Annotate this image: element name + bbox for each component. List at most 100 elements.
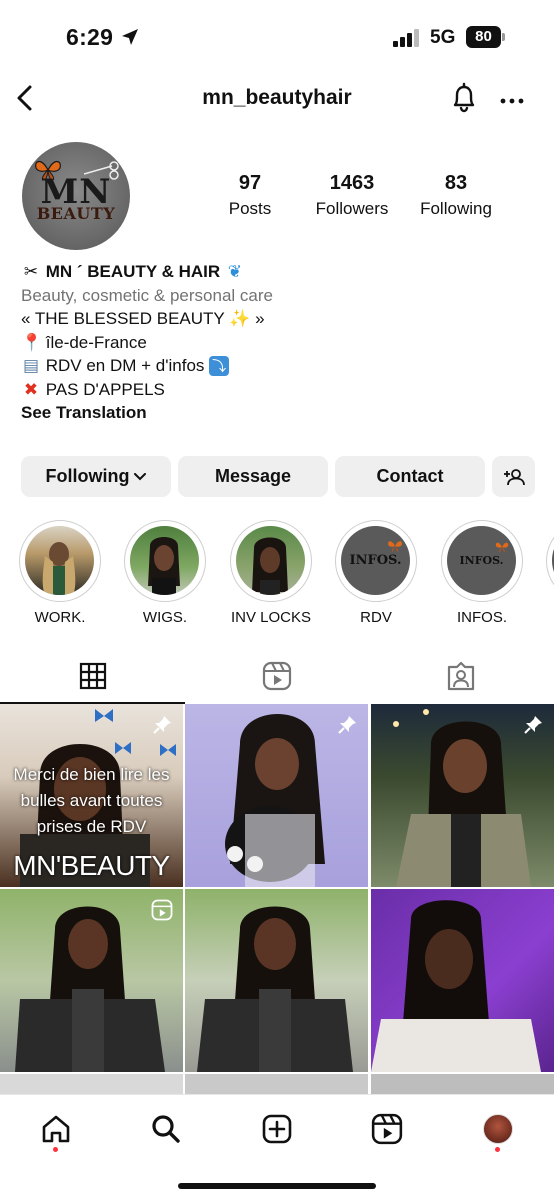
- bio-display-name: MN ´ BEAUTY & HAIR: [45, 262, 221, 281]
- highlight-infos-inner-text: INFOS.: [459, 554, 504, 567]
- tagged-icon: [447, 661, 474, 691]
- profile-stats: 97 Posts 1463 Followers 83 Following: [200, 172, 520, 222]
- bio-no-calls: PAS D'APPELS: [45, 379, 165, 399]
- reels-icon: [262, 661, 291, 691]
- suggested-users-button[interactable]: [492, 456, 535, 497]
- butterfly-icon: [388, 541, 402, 552]
- bio-rdv-line: ▤ RDV en DM + d'infos ⤵: [21, 354, 541, 378]
- post-tile[interactable]: [371, 704, 554, 887]
- pinned-icon: [336, 714, 358, 741]
- post-5-image: [197, 906, 353, 1072]
- stat-followers-label: Followers: [315, 199, 389, 218]
- bio-location-line: 📍 île-de-France: [21, 331, 541, 355]
- pinned-icon: [522, 714, 544, 741]
- stat-followers[interactable]: 1463 Followers: [302, 172, 402, 219]
- network-type: 5G: [430, 27, 456, 48]
- add-person-icon: [503, 468, 525, 485]
- post-tile[interactable]: Merci de bien lire les bulles avant tout…: [0, 704, 183, 887]
- highlight-inv-locks-image: [252, 537, 288, 595]
- highlight-wigs-image: [148, 537, 180, 595]
- butterfly-icon: ❦: [227, 262, 243, 281]
- highlight-wigs-label: WIGS.: [142, 609, 188, 626]
- bio-location: île-de-France: [45, 332, 147, 352]
- bio-name-line: ✂ MN ´ BEAUTY & HAIR ❦: [21, 260, 541, 284]
- plus-square-icon: [262, 1114, 292, 1144]
- see-translation-link[interactable]: See Translation: [21, 401, 541, 425]
- pin-icon: 📍: [21, 332, 43, 352]
- nav-reels[interactable]: [367, 1109, 407, 1149]
- nav-create[interactable]: [257, 1109, 297, 1149]
- bio-no-calls-line: ✖ PAS D'APPELS: [21, 378, 541, 402]
- butterfly-icon: [495, 542, 509, 552]
- stat-following-label: Following: [420, 199, 492, 218]
- following-button-label: Following: [45, 466, 130, 486]
- highlight-rdv-label: RDV: [360, 609, 392, 626]
- message-button[interactable]: Message: [178, 456, 328, 497]
- contact-button[interactable]: Contact: [335, 456, 485, 497]
- post-6-image: [371, 900, 541, 1072]
- profile-bio: ✂ MN ´ BEAUTY & HAIR ❦ Beauty, cosmetic …: [21, 260, 541, 425]
- inbox-tray-icon: ▤: [22, 356, 40, 375]
- signal-icon: [393, 29, 421, 47]
- stat-following-value: 83: [444, 172, 468, 194]
- post-1-caption-text: Merci de bien lire les bulles avant tout…: [13, 765, 170, 836]
- post-tile[interactable]: [0, 889, 183, 1072]
- post-tile[interactable]: [371, 1074, 554, 1094]
- following-button[interactable]: Following: [21, 456, 171, 497]
- profile-actions: Following Message Contact: [21, 456, 535, 498]
- contact-button-label: Contact: [376, 466, 444, 486]
- post-tile[interactable]: [371, 889, 554, 1072]
- nav-profile-notification-dot: [495, 1147, 500, 1152]
- post-tile[interactable]: [185, 704, 368, 887]
- message-button-label: Message: [214, 466, 292, 486]
- highlight-work-image: [42, 542, 76, 595]
- nav-home-notification-dot: [53, 1147, 58, 1152]
- post-1-brand-text: MN'BEAUTY: [13, 850, 170, 881]
- bio-category: Beauty, cosmetic & personal care: [21, 285, 273, 305]
- grid-icon: [79, 662, 106, 690]
- status-bar: 6:29 5G 80: [0, 0, 554, 70]
- profile-avatar-small: [483, 1114, 513, 1144]
- location-arrow-icon: [120, 27, 140, 52]
- chevron-down-icon: [134, 472, 147, 480]
- post-tile[interactable]: [0, 1074, 183, 1094]
- reels-icon: [371, 1113, 403, 1145]
- stat-posts-value: 97: [238, 172, 262, 194]
- tab-posts-grid[interactable]: [0, 648, 185, 704]
- highlight-inv-locks-label: INV LOCKS: [230, 609, 312, 626]
- nav-home[interactable]: [36, 1109, 76, 1149]
- nav-search[interactable]: [146, 1109, 186, 1149]
- bio-rdv: RDV en DM + d'infos: [45, 356, 205, 375]
- battery-level: 80: [466, 26, 501, 48]
- bio-line-1: « THE BLESSED BEAUTY ✨ »: [21, 309, 265, 328]
- profile-avatar[interactable]: MN BEAUTY: [22, 142, 130, 250]
- home-icon: [42, 1115, 70, 1143]
- profile-tabs: [0, 648, 554, 704]
- more-options-icon[interactable]: [500, 92, 524, 110]
- avatar-logo-beauty: BEAUTY: [36, 204, 116, 223]
- highlight-infos-label: INFOS.: [456, 609, 507, 626]
- stat-posts[interactable]: 97 Posts: [200, 172, 300, 219]
- notification-bell-icon[interactable]: [449, 82, 479, 119]
- home-indicator: [178, 1183, 376, 1189]
- stat-following[interactable]: 83 Following: [406, 172, 506, 219]
- nav-profile[interactable]: [478, 1109, 518, 1149]
- cross-mark-icon: ✖: [23, 379, 39, 399]
- search-icon: [152, 1115, 180, 1143]
- post-tile[interactable]: [185, 1074, 368, 1094]
- stat-posts-label: Posts: [228, 199, 272, 218]
- tab-tagged[interactable]: [368, 648, 553, 704]
- stat-followers-value: 1463: [329, 172, 375, 194]
- reel-icon: [151, 899, 173, 926]
- highlight-work-label: WORK.: [34, 609, 86, 626]
- highlight-rdv-inner-text: INFOS.: [349, 553, 402, 568]
- arrow-down-icon: ⤵: [209, 356, 230, 376]
- story-highlights: WORK. WIGS. INV LOCKS INFOS. RDV INFOS. …: [0, 520, 554, 630]
- status-time: 6:29: [66, 24, 114, 50]
- post-tile[interactable]: [185, 889, 368, 1072]
- tab-reels[interactable]: [184, 648, 369, 704]
- battery-icon: 80: [466, 26, 506, 48]
- scissors-icon: ✂: [23, 262, 39, 281]
- posts-grid: Merci de bien lire les bulles avant tout…: [0, 704, 554, 1094]
- profile-header: mn_beautyhair: [0, 76, 554, 120]
